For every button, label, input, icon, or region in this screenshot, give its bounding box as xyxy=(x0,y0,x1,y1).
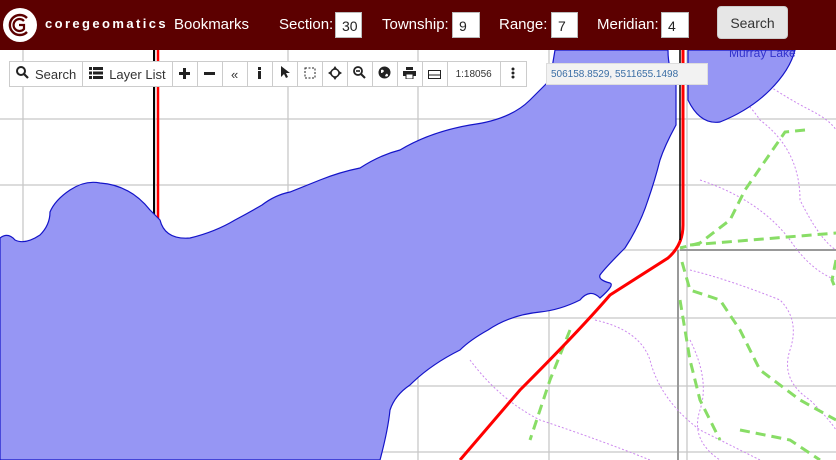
range-label: Range: xyxy=(499,16,548,33)
pan-icon xyxy=(327,65,342,83)
pan-button[interactable] xyxy=(323,62,348,86)
zoom-in-button[interactable] xyxy=(173,62,198,86)
section-label: Section: xyxy=(279,16,334,33)
select-box-button[interactable] xyxy=(298,62,323,86)
zoom-extent-icon xyxy=(353,66,366,82)
map-canvas[interactable]: Murray Lake xyxy=(0,50,836,460)
township-input[interactable]: 9 xyxy=(452,12,480,38)
range-input[interactable]: 7 xyxy=(551,12,578,38)
select-box-icon xyxy=(304,67,316,82)
meridian-input[interactable]: 4 xyxy=(661,12,689,38)
measure-button[interactable] xyxy=(423,62,448,86)
coordinate-readout: 506158.8529, 5511655.1498 xyxy=(546,63,708,85)
lake-label: Murray Lake xyxy=(729,50,796,60)
search-tool-label: Search xyxy=(35,66,77,82)
logo-icon[interactable] xyxy=(3,8,37,42)
pointer-button[interactable] xyxy=(273,62,298,86)
map-layers xyxy=(0,50,836,460)
more-icon xyxy=(511,67,515,82)
section-input[interactable]: 30 xyxy=(335,12,362,38)
search-tool-button[interactable]: Search xyxy=(10,62,84,86)
globe-icon xyxy=(378,66,391,82)
layer-list-label: Layer List xyxy=(109,66,166,82)
layer-list-button[interactable]: Layer List xyxy=(83,62,173,86)
lake-polygon xyxy=(0,50,677,460)
township-boundary xyxy=(677,249,836,460)
scale-readout: 1:18056 xyxy=(448,62,501,86)
search-button[interactable]: Search xyxy=(717,6,788,39)
print-button[interactable] xyxy=(398,62,423,86)
info-icon xyxy=(257,66,262,82)
search-icon xyxy=(16,66,29,82)
list-icon xyxy=(89,66,104,82)
info-button[interactable] xyxy=(248,62,273,86)
bookmarks-link[interactable]: Bookmarks xyxy=(174,16,249,33)
measure-icon xyxy=(428,67,442,82)
globe-button[interactable] xyxy=(373,62,398,86)
collapse-button[interactable]: « xyxy=(223,62,248,86)
print-icon xyxy=(403,66,417,82)
collapse-icon: « xyxy=(230,66,239,82)
more-button[interactable] xyxy=(501,62,526,86)
meridian-label: Meridian: xyxy=(597,16,659,33)
logo-text: coregeomatics xyxy=(45,16,168,31)
map-toolbar: Search Layer List « 1:18056 xyxy=(9,61,527,87)
zoom-in-icon xyxy=(179,67,191,82)
zoom-extent-button[interactable] xyxy=(348,62,373,86)
zoom-out-button[interactable] xyxy=(198,62,223,86)
app-header: coregeomatics Bookmarks Section: 30 Town… xyxy=(0,0,836,50)
zoom-out-icon xyxy=(204,67,216,82)
murray-lake-polygon xyxy=(687,50,796,123)
township-label: Township: xyxy=(382,16,449,33)
pointer-icon xyxy=(280,66,290,82)
